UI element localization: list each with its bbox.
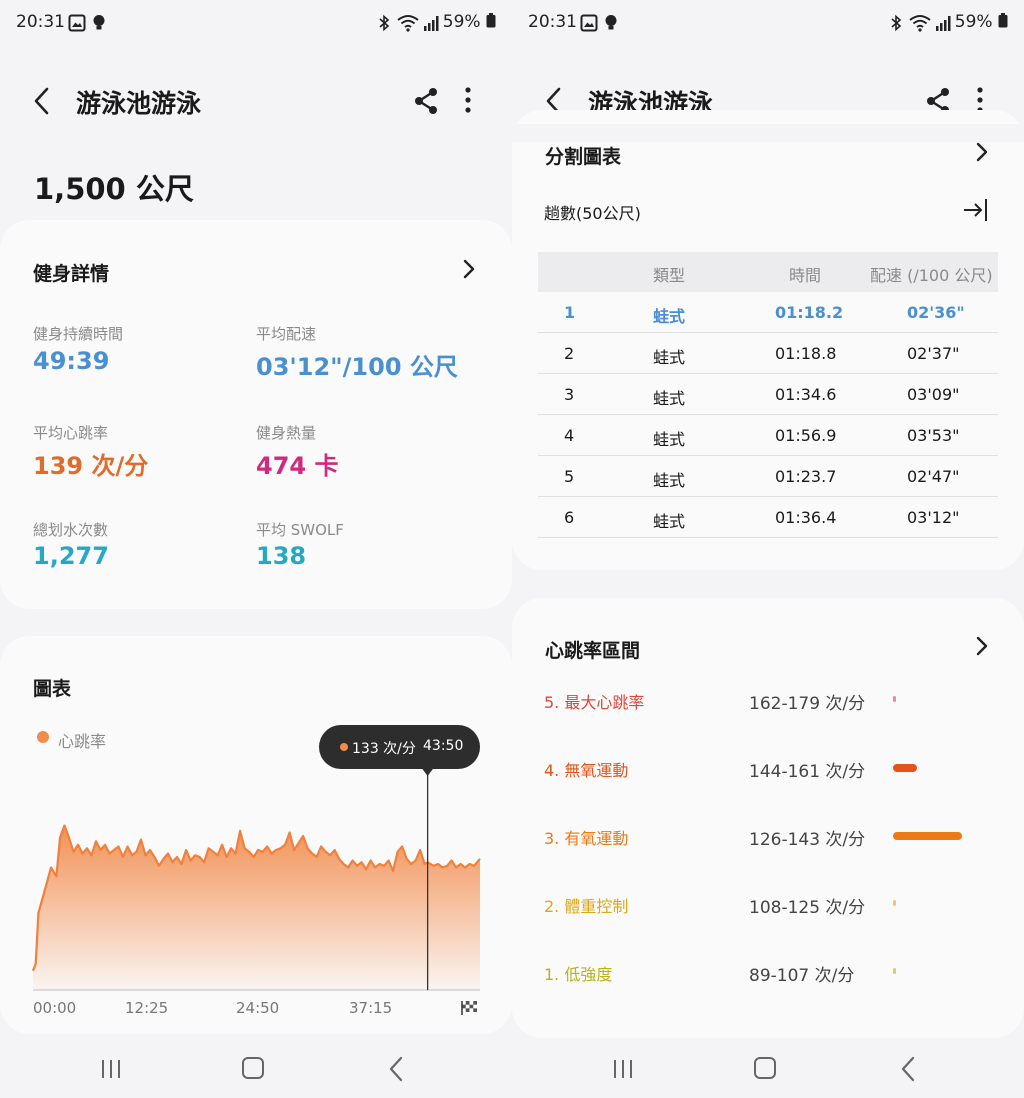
zone-range: 144-161 次/分 — [749, 762, 866, 782]
finish-flag-icon — [461, 1001, 477, 1015]
zone-name: 5. 最大心跳率 — [544, 693, 645, 712]
stroke-type: 蛙式 — [653, 471, 686, 490]
zone-range: 126-143 次/分 — [749, 830, 866, 850]
zone-range: 89-107 次/分 — [749, 966, 855, 986]
workout-overview-screen: 20:31 59% 游泳池游泳 1,500 公尺 健身詳情 健身持續時間 49:… — [0, 0, 512, 1098]
lap-number: 4 — [564, 426, 575, 445]
zone-bar — [893, 968, 896, 974]
heart-rate-chart[interactable] — [0, 0, 512, 1040]
lap-distance-label: 趟數(50公尺) — [544, 204, 641, 223]
zone-bar — [893, 696, 896, 702]
zone-range: 108-125 次/分 — [749, 898, 866, 918]
hr-zones-title: 心跳率區間 — [545, 640, 641, 662]
expand-table-icon[interactable] — [962, 196, 990, 224]
chevron-right-icon[interactable] — [972, 141, 992, 163]
tooltip-time: 43:50 — [423, 738, 464, 754]
nav-back-icon[interactable] — [900, 1056, 916, 1082]
header-pace: 配速 (/100 公尺) — [870, 266, 993, 285]
wifi-icon — [909, 15, 931, 32]
lap-pace: 02'36" — [907, 303, 965, 322]
zone-bar — [893, 764, 917, 772]
header-backdrop — [512, 124, 1024, 142]
table-row[interactable]: 5 蛙式 01:23.7 02'47" — [538, 456, 998, 497]
zone-name: 2. 體重控制 — [544, 897, 629, 916]
lap-number: 2 — [564, 344, 575, 363]
lap-number: 3 — [564, 385, 575, 404]
battery-icon — [998, 13, 1008, 28]
workout-splits-screen: 20:31 59% 游泳池游泳 分割圖表 趟數(50公尺) 類型 時間 配速 (… — [512, 0, 1024, 1098]
lap-pace: 03'12" — [907, 508, 960, 527]
lap-time: 01:36.4 — [775, 508, 837, 527]
splits-table-header: 類型 時間 配速 (/100 公尺) — [538, 252, 998, 292]
lap-pace: 03'53" — [907, 426, 960, 445]
lap-pace: 02'47" — [907, 467, 960, 486]
lap-number: 1 — [564, 303, 576, 322]
stroke-type: 蛙式 — [653, 389, 686, 408]
recent-apps-icon[interactable] — [100, 1058, 122, 1080]
bluetooth-icon — [891, 14, 902, 32]
splits-title: 分割圖表 — [545, 146, 622, 168]
lap-time: 01:56.9 — [775, 426, 837, 445]
zone-bar — [893, 832, 962, 840]
lap-time: 01:34.6 — [775, 385, 837, 404]
status-bar: 20:31 59% — [512, 0, 1024, 46]
recent-apps-icon[interactable] — [612, 1058, 634, 1080]
chart-tooltip: 133 次/分 43:50 — [319, 725, 480, 769]
chevron-right-icon[interactable] — [972, 635, 992, 657]
lightbulb-icon — [605, 15, 617, 30]
stroke-type: 蛙式 — [653, 348, 686, 367]
battery-level: 59% — [955, 12, 1008, 32]
zone-range: 162-179 次/分 — [749, 694, 866, 714]
zone-bar — [893, 900, 896, 906]
tooltip-dot — [340, 743, 348, 751]
lap-time: 01:18.8 — [775, 344, 837, 363]
stroke-type: 蛙式 — [653, 512, 686, 531]
x-tick-label: 24:50 — [236, 999, 280, 1017]
header-type: 類型 — [653, 266, 686, 285]
tooltip-value: 133 次/分 — [352, 741, 416, 757]
home-button-icon[interactable] — [242, 1057, 264, 1079]
zone-name: 4. 無氧運動 — [544, 761, 629, 780]
stroke-type: 蛙式 — [653, 430, 686, 449]
table-row[interactable]: 2 蛙式 01:18.8 02'37" — [538, 333, 998, 374]
nav-back-icon[interactable] — [388, 1056, 404, 1082]
navigation-bar — [512, 1040, 1024, 1098]
lap-pace: 03'09" — [907, 385, 960, 404]
lap-time: 01:18.2 — [775, 303, 844, 322]
table-row[interactable]: 4 蛙式 01:56.9 03'53" — [538, 415, 998, 456]
signal-icon — [936, 16, 951, 31]
status-time: 20:31 — [528, 12, 577, 32]
lap-number: 6 — [564, 508, 575, 527]
gallery-icon — [580, 14, 598, 32]
tooltip-pointer — [421, 768, 434, 776]
table-row[interactable]: 3 蛙式 01:34.6 03'09" — [538, 374, 998, 415]
lap-pace: 02'37" — [907, 344, 960, 363]
header-time: 時間 — [789, 266, 822, 285]
zone-name: 1. 低強度 — [544, 965, 613, 984]
table-row[interactable]: 1 蛙式 01:18.2 02'36" — [538, 292, 998, 333]
x-tick-label: 00:00 — [33, 999, 77, 1017]
lap-number: 5 — [564, 467, 575, 486]
zone-name: 3. 有氧運動 — [544, 829, 629, 848]
home-button-icon[interactable] — [754, 1057, 776, 1079]
stroke-type: 蛙式 — [653, 307, 686, 326]
x-tick-label: 12:25 — [125, 999, 169, 1017]
table-row[interactable]: 6 蛙式 01:36.4 03'12" — [538, 497, 998, 538]
x-tick-label: 37:15 — [349, 999, 393, 1017]
navigation-bar — [0, 1040, 512, 1098]
lap-time: 01:23.7 — [775, 467, 837, 486]
